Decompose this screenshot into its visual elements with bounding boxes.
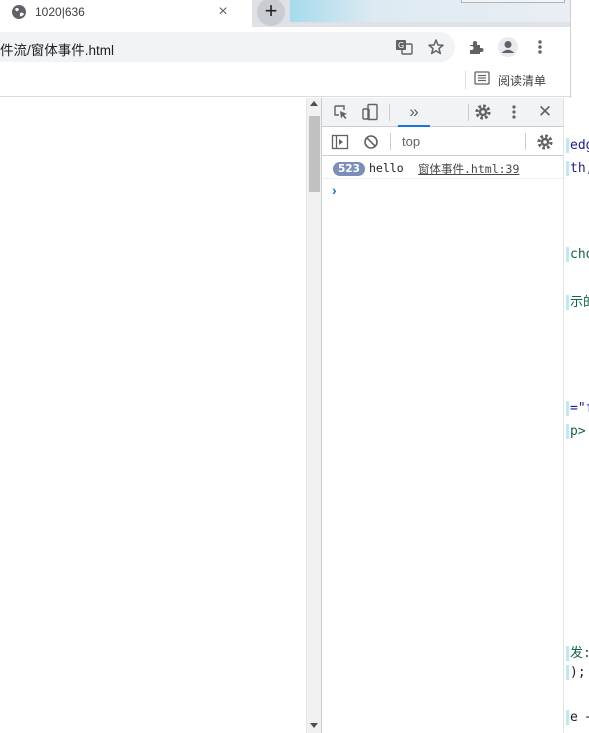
device-toolbar-icon[interactable]	[359, 101, 381, 123]
bookmark-bar: 阅读清单	[0, 67, 570, 97]
background-code-editor: edg th, cho 示的 ="f p> 发: ); e +	[563, 98, 589, 733]
console-settings-gear-icon[interactable]	[534, 131, 556, 153]
toolbar-separator	[390, 133, 391, 150]
scrollbar-thumb[interactable]	[309, 116, 320, 192]
page-scrollbar[interactable]	[306, 98, 321, 733]
show-sidebar-icon[interactable]	[329, 131, 351, 153]
devtools-tab-bar: » ✕	[322, 98, 564, 127]
reading-list-label: 阅读清单	[498, 73, 547, 88]
code-line: cho	[566, 247, 589, 262]
code-line: e +	[566, 710, 589, 725]
new-tab-button[interactable]: +	[257, 0, 285, 26]
toolbar-separator	[525, 133, 526, 150]
tab-title: 1020|636	[35, 5, 85, 19]
repeat-count-badge: 523	[333, 162, 365, 176]
tab-strip: 1020|636 × +	[0, 0, 570, 27]
console-source-link[interactable]: 窗体事件.html:39	[418, 161, 519, 177]
more-tabs-button[interactable]: »	[398, 98, 430, 127]
close-devtools-icon[interactable]: ✕	[534, 101, 556, 123]
star-icon[interactable]	[425, 36, 447, 58]
customize-menu-icon[interactable]	[503, 101, 525, 123]
address-bar[interactable]: 件流/窗体事件.html G	[0, 32, 455, 62]
reading-list-button[interactable]: 阅读清单	[474, 70, 546, 90]
menu-icon[interactable]	[529, 36, 551, 58]
toolbar-separator	[389, 104, 390, 121]
active-tab[interactable]: 1020|636 ×	[0, 0, 252, 27]
settings-gear-icon[interactable]	[472, 101, 494, 123]
reading-list-icon	[474, 70, 490, 90]
console-prompt-chevron-icon: ›	[332, 182, 337, 198]
code-line: 发:	[566, 642, 589, 661]
scroll-down-arrow-icon[interactable]	[310, 723, 318, 728]
inspect-element-icon[interactable]	[330, 101, 352, 123]
window-controls[interactable]	[461, 0, 565, 3]
window-edge	[570, 0, 589, 98]
bookmark-divider	[465, 71, 466, 89]
globe-icon	[10, 3, 28, 21]
code-line: p>	[566, 424, 586, 439]
page-viewport[interactable]	[0, 98, 306, 733]
execution-context-selector[interactable]: top	[402, 134, 420, 149]
translate-icon[interactable]: G	[393, 36, 415, 58]
code-line: ="f	[566, 401, 589, 416]
svg-text:G: G	[398, 41, 404, 50]
devtools-panel: » ✕ top 523 hello 窗体事件.html:39 ›	[321, 98, 564, 733]
scroll-up-arrow-icon[interactable]	[310, 101, 318, 106]
console-message-text: hello	[369, 161, 404, 175]
url-text[interactable]: 件流/窗体事件.html	[0, 39, 114, 59]
console-toolbar: top	[322, 128, 564, 156]
window-drag-area[interactable]	[290, 0, 570, 22]
extensions-icon[interactable]	[465, 36, 487, 58]
clear-console-icon[interactable]	[360, 131, 382, 153]
code-line: edg	[566, 138, 589, 153]
console-message: 523 hello 窗体事件.html:39	[322, 157, 564, 179]
toolbar-separator	[468, 104, 469, 121]
browser-toolbar: 件流/窗体事件.html G	[0, 27, 570, 67]
code-line: );	[566, 665, 586, 680]
tab-close-button[interactable]: ×	[215, 2, 231, 22]
code-line: th,	[566, 161, 589, 176]
code-line: 示的	[566, 291, 589, 310]
profile-icon[interactable]	[497, 36, 519, 58]
console-input[interactable]	[346, 180, 556, 198]
